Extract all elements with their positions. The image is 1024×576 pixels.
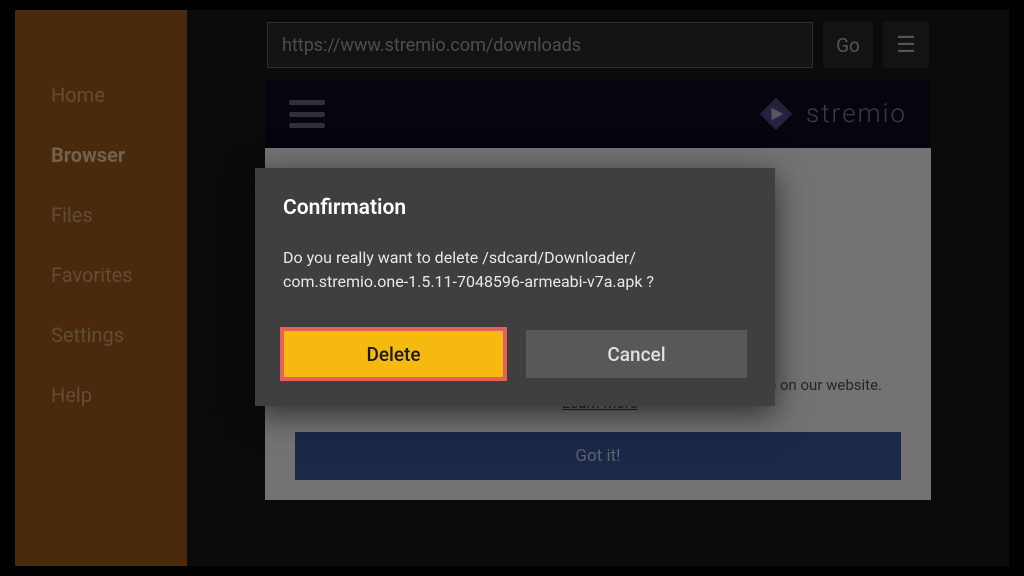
dialog-title: Confirmation <box>283 196 747 220</box>
delete-button[interactable]: Delete <box>283 330 504 378</box>
cancel-button[interactable]: Cancel <box>526 330 747 378</box>
confirmation-dialog: Confirmation Do you really want to delet… <box>255 168 775 406</box>
dialog-buttons: Delete Cancel <box>283 330 747 378</box>
dialog-message: Do you really want to delete /sdcard/Dow… <box>283 246 747 294</box>
